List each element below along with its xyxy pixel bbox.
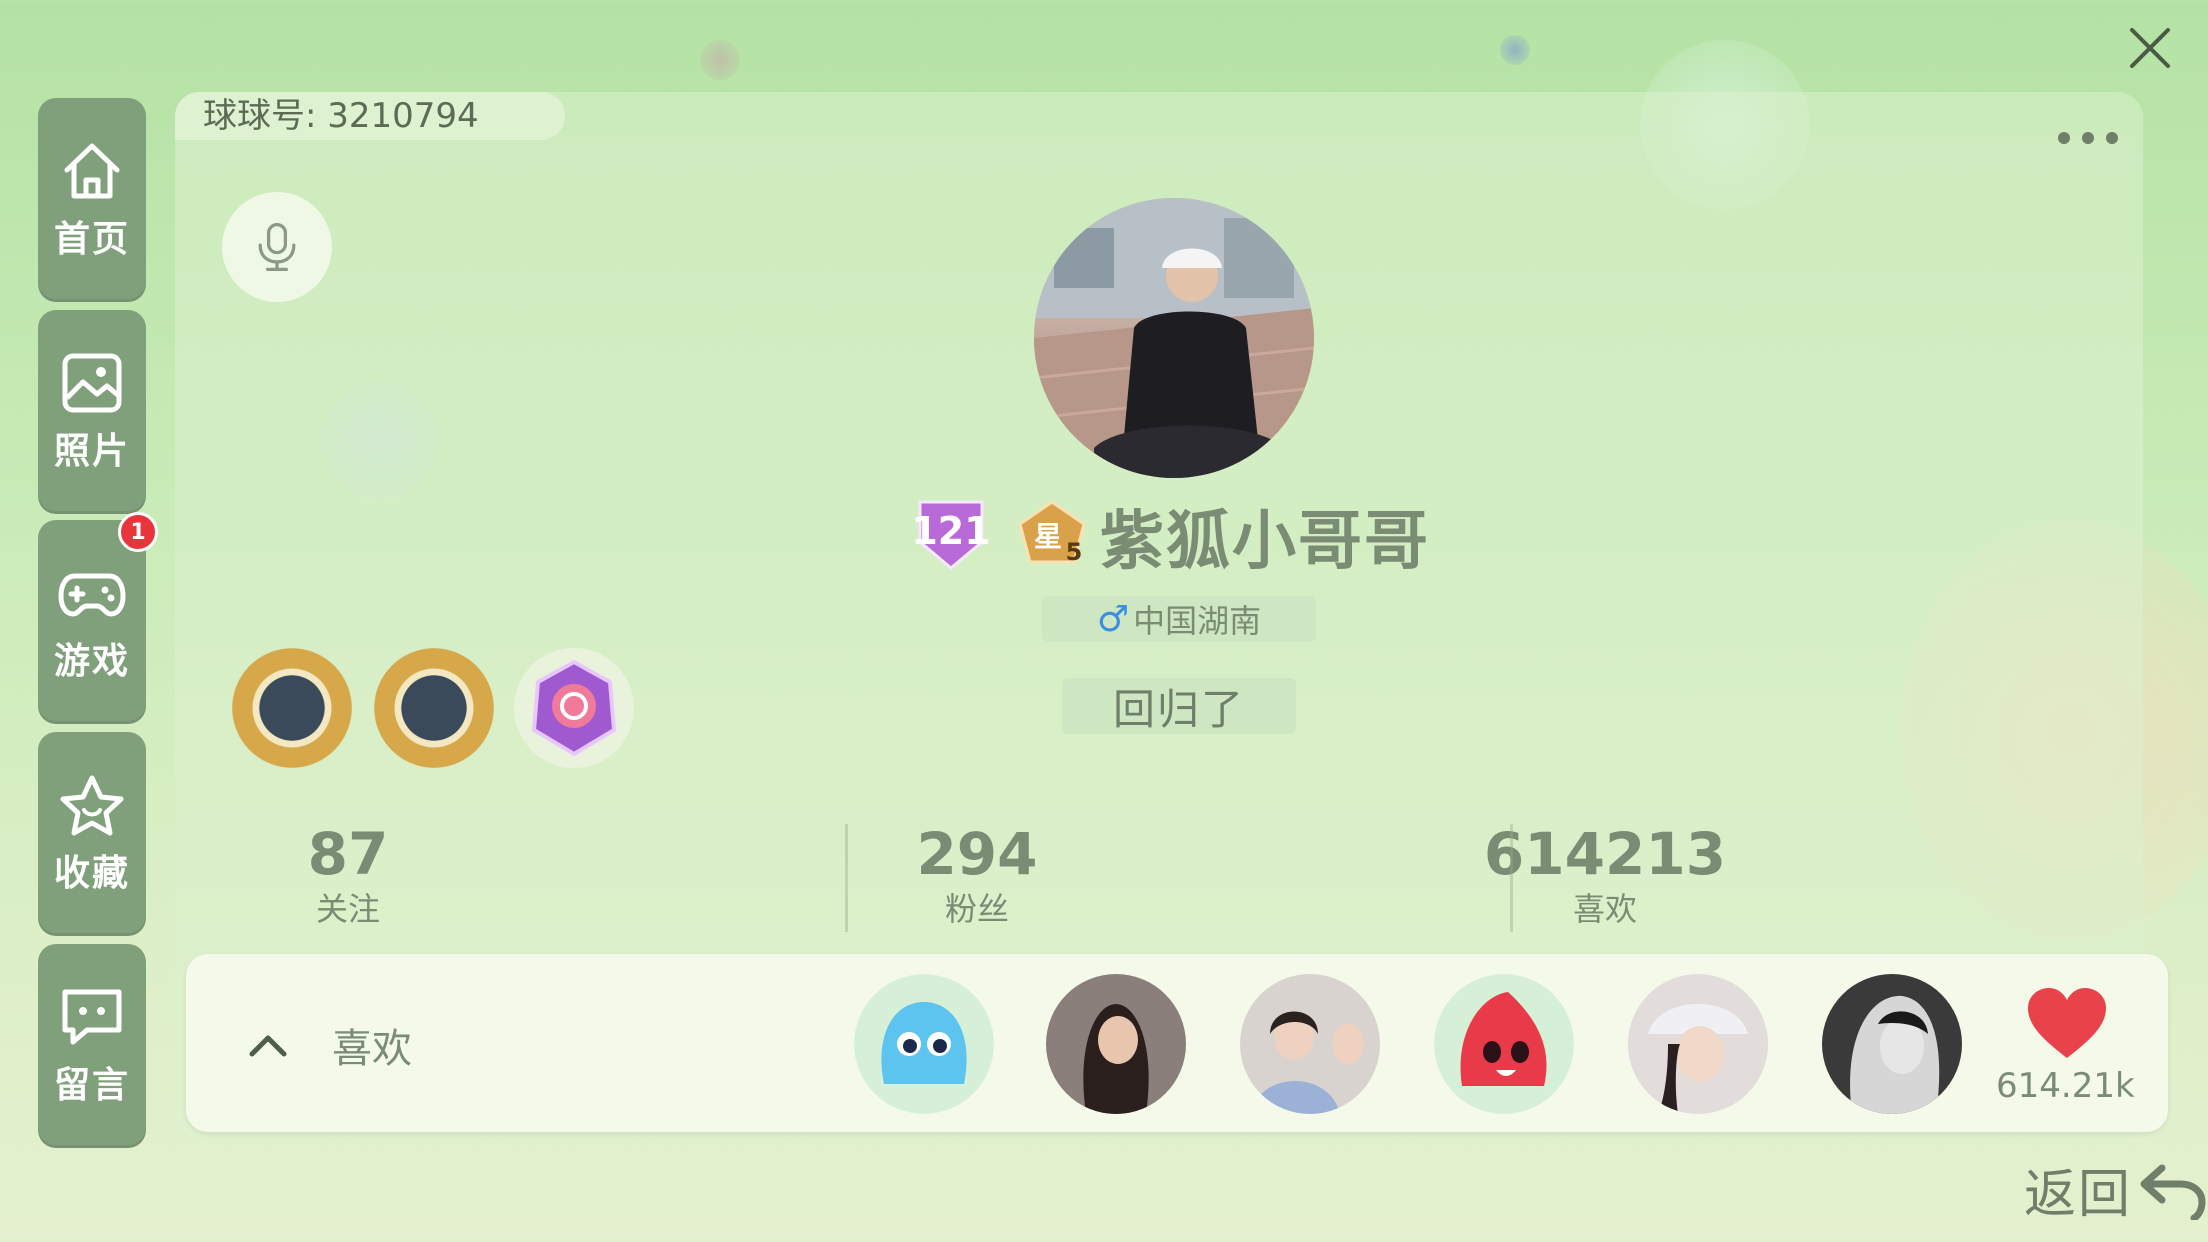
- sidebar-item-games[interactable]: 游戏 1: [38, 512, 158, 724]
- liker-avatar[interactable]: [1434, 974, 1574, 1114]
- like-count: 614.21k: [1996, 1066, 2135, 1106]
- message-icon: [62, 989, 122, 1045]
- sidebar-item-label: 留言: [53, 1065, 130, 1106]
- location-tag: ♂ 中国湖南: [1042, 596, 1316, 642]
- liker-avatar[interactable]: [854, 974, 994, 1114]
- collapse-button[interactable]: [246, 1024, 290, 1064]
- stat-divider: [1510, 824, 1513, 932]
- stat-likes[interactable]: 614213 喜欢: [1455, 820, 1755, 930]
- signature: 回归了: [1062, 678, 1296, 734]
- level-number: 121: [911, 509, 990, 553]
- close-button[interactable]: [2126, 24, 2174, 72]
- medal-badge[interactable]: [232, 648, 352, 768]
- sidebar-item-messages[interactable]: 留言: [38, 944, 146, 1148]
- medal-badge[interactable]: [514, 648, 634, 768]
- home-icon: [64, 143, 120, 199]
- star-rank-badge[interactable]: 星 5: [1014, 498, 1090, 568]
- star-icon: [60, 775, 124, 836]
- stat-divider: [845, 824, 848, 932]
- stat-label: 喜欢: [1572, 890, 1637, 928]
- sidebar-item-label: 照片: [53, 431, 130, 472]
- male-icon: ♂: [1096, 598, 1130, 640]
- star-rank-level: 5: [1066, 538, 1083, 566]
- stat-value: 87: [307, 820, 389, 888]
- sidebar-item-label: 收藏: [53, 853, 130, 894]
- likes-label: 喜欢: [332, 1026, 412, 1072]
- microphone-icon: [258, 222, 296, 272]
- more-icon: [2058, 132, 2070, 144]
- stat-value: 614213: [1483, 820, 1727, 888]
- photo-icon: [62, 353, 122, 413]
- sidebar-item-favorites[interactable]: 收藏: [38, 732, 146, 936]
- stat-label: 关注: [315, 890, 380, 928]
- level-badge[interactable]: 121: [910, 498, 992, 572]
- sidebar-item-home[interactable]: 首页: [38, 98, 146, 302]
- stat-followers[interactable]: 294 粉丝: [827, 820, 1127, 930]
- stat-following[interactable]: 87 关注: [198, 820, 498, 930]
- location-text: 中国湖南: [1133, 602, 1262, 640]
- chevron-up-icon: [249, 1035, 287, 1057]
- star-rank-label: 星: [1034, 520, 1062, 553]
- stat-label: 粉丝: [944, 890, 1009, 928]
- return-arrow-icon: [2140, 1164, 2206, 1220]
- heart-icon: [2028, 988, 2106, 1058]
- back-button[interactable]: 返回: [2024, 1152, 2208, 1227]
- liker-avatar[interactable]: [1822, 974, 1962, 1114]
- notification-badge: 1: [118, 512, 158, 552]
- close-icon: [2130, 28, 2170, 68]
- gamepad-icon: [58, 573, 126, 617]
- user-id-label: 球球号: 3210794: [175, 92, 565, 140]
- back-label: 返回: [2024, 1165, 2133, 1225]
- stats-row: 87 关注 294 粉丝 614213 喜欢: [175, 820, 2143, 940]
- liker-avatar[interactable]: [1628, 974, 1768, 1114]
- like-button[interactable]: [2024, 986, 2110, 1062]
- stat-value: 294: [916, 820, 1038, 888]
- liker-avatar[interactable]: [1240, 974, 1380, 1114]
- sidebar-item-label: 首页: [53, 219, 130, 260]
- username: 紫狐小哥哥: [1100, 505, 1430, 579]
- voice-intro-button[interactable]: [222, 192, 332, 302]
- sidebar-item-label: 游戏: [53, 641, 130, 682]
- more-options-button[interactable]: [2058, 132, 2118, 144]
- liker-avatar[interactable]: [1046, 974, 1186, 1114]
- profile-avatar[interactable]: [1034, 198, 1314, 478]
- medal-badge[interactable]: [374, 648, 494, 768]
- sidebar-item-photos[interactable]: 照片: [38, 310, 146, 514]
